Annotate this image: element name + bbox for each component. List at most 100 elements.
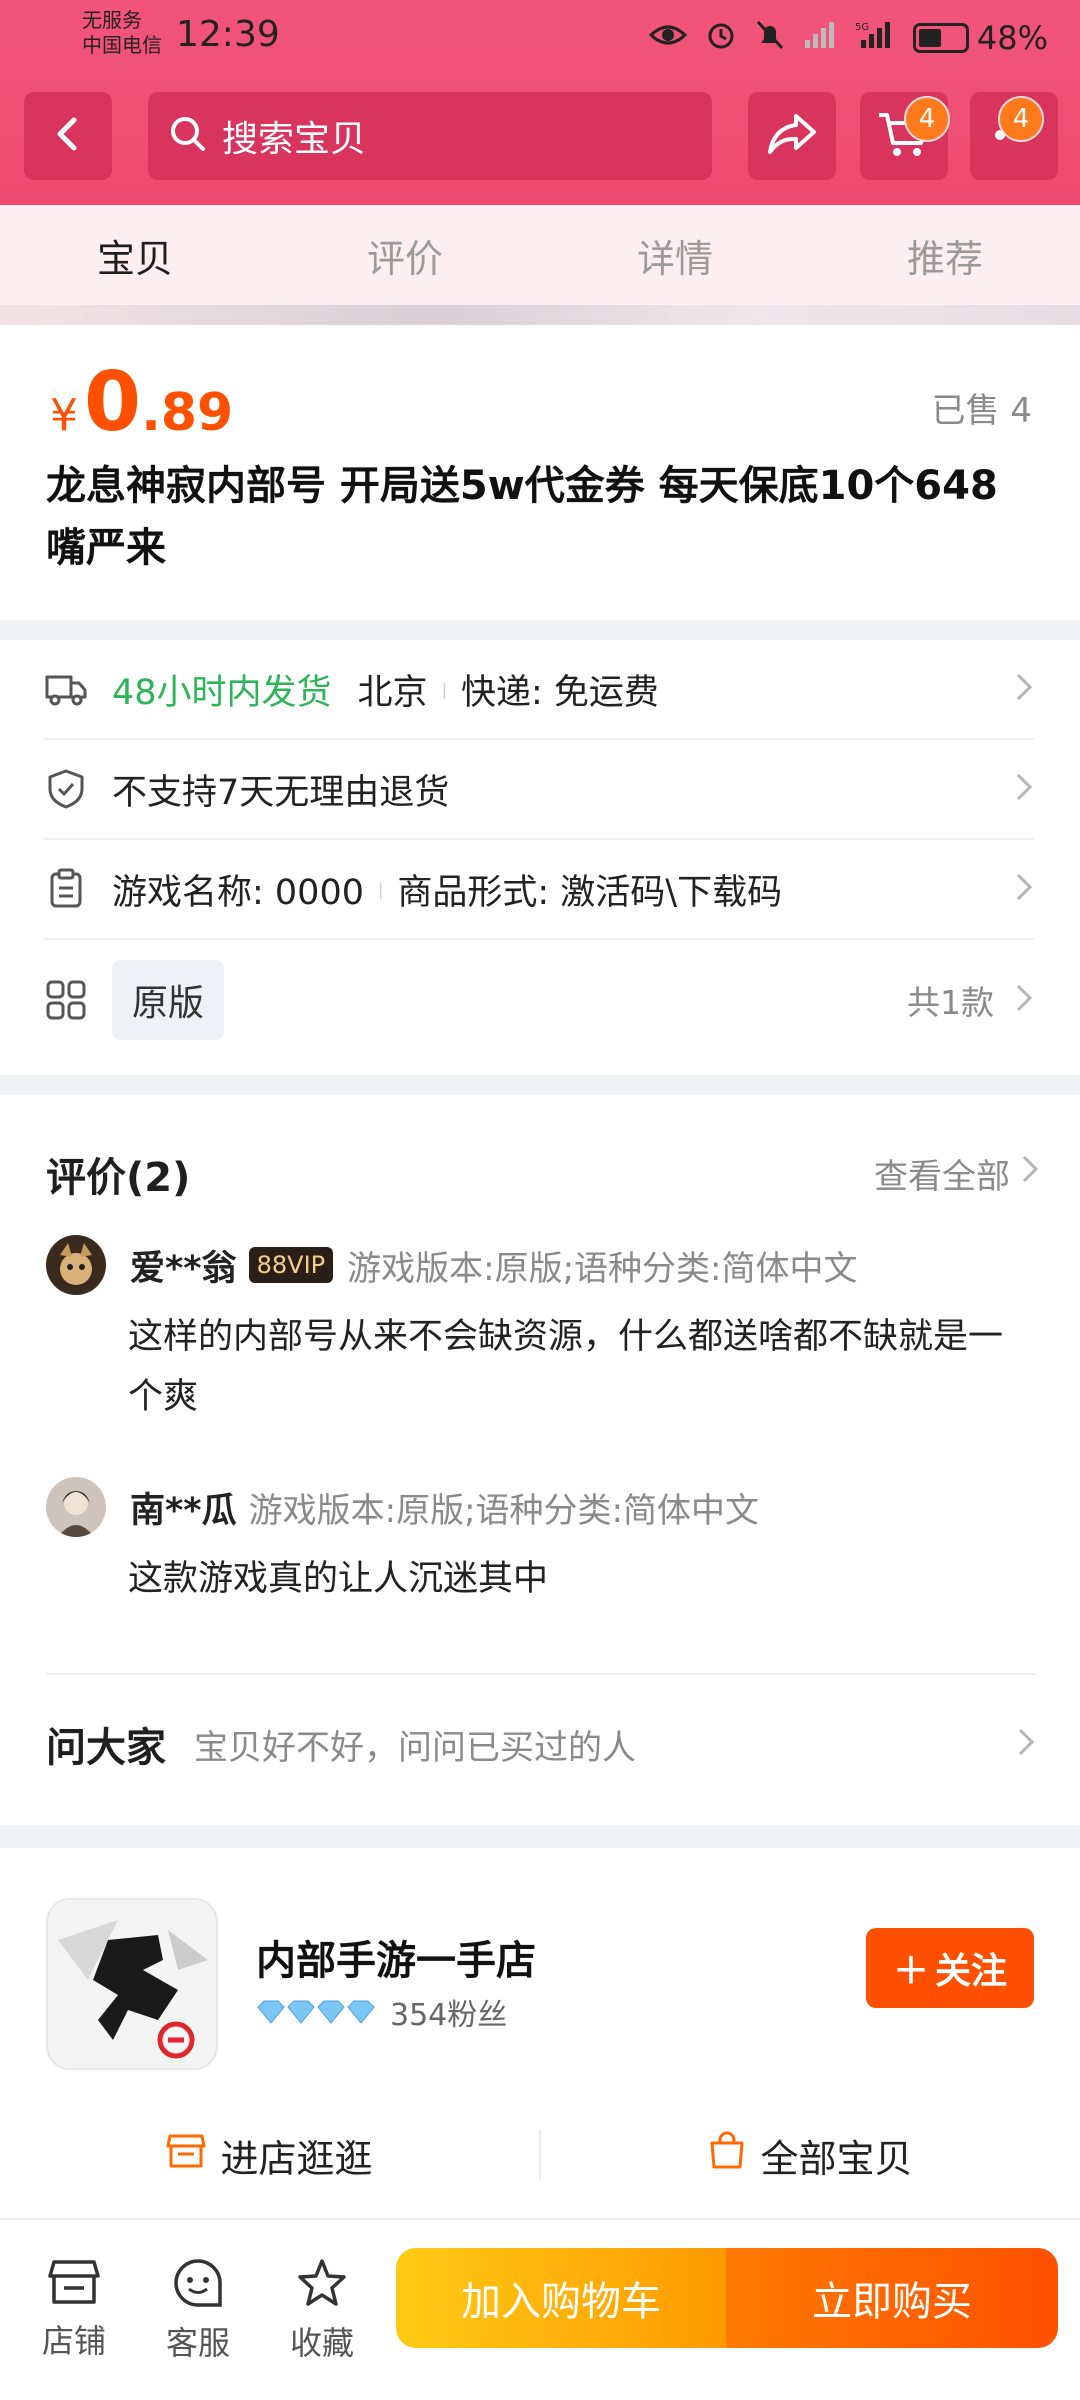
variant-chip[interactable]: 原版 xyxy=(112,960,225,1040)
avatar xyxy=(46,1235,106,1295)
price-card: ¥ 0 .89 已售 4 龙息神寂内部号 开局送5w代金券 每天保底10个648… xyxy=(0,325,1080,620)
star-icon xyxy=(296,2258,348,2312)
product-page: 无服务 中国电信 12:39 5G 48% 搜索宝贝 4 4 宝贝 评价 详情 … xyxy=(0,0,1080,2400)
chevron-right-icon xyxy=(1014,871,1034,907)
tab-details[interactable]: 详情 xyxy=(540,205,810,305)
reviews-card: 评价(2) 查看全部 爱**翁 88VIP 游戏版本:原版;语种分类:简体中文 … xyxy=(0,1095,1080,1825)
status-time: 12:39 xyxy=(176,14,280,55)
chevron-right-icon xyxy=(1014,982,1034,1018)
review-text: 这款游戏真的让人沉迷其中 xyxy=(128,1559,549,1599)
chevron-right-icon xyxy=(1016,1726,1036,1762)
truck-icon xyxy=(44,667,88,711)
status-bar: 无服务 中国电信 12:39 5G 48% xyxy=(0,0,1080,82)
buy-now-button[interactable]: 立即购买 xyxy=(726,2248,1058,2348)
plus-icon: ＋ xyxy=(892,1951,929,1992)
follow-label: 关注 xyxy=(935,1951,1008,1992)
price: ¥ 0 .89 xyxy=(50,355,233,450)
chat-face-icon xyxy=(172,2258,224,2312)
ask-title: 问大家 xyxy=(46,1725,166,1771)
info-card: 48小时内发货 北京 | 快递: 免运费 不支持7天无理由退货 游戏名称: 00… xyxy=(0,640,1080,1075)
enter-shop-button[interactable]: 进店逛逛 xyxy=(0,2110,539,2200)
all-items-button[interactable]: 全部宝贝 xyxy=(541,2110,1080,2200)
svg-text:5G: 5G xyxy=(855,22,869,33)
shop-name[interactable]: 内部手游一手店 xyxy=(256,1928,536,1986)
variant-count: 共1款 xyxy=(907,983,994,1022)
shipping-from: 北京 xyxy=(357,672,428,713)
share-icon xyxy=(766,112,818,160)
alarm-icon xyxy=(705,19,737,58)
view-all-label: 查看全部 xyxy=(874,1157,1010,1197)
product-title: 龙息神寂内部号 开局送5w代金券 每天保底10个648 嘴严来 xyxy=(46,463,998,571)
service-label: 客服 xyxy=(165,2324,230,2362)
diamond-rating-icon xyxy=(256,1998,376,2026)
bag-icon xyxy=(708,2131,746,2180)
return-policy: 不支持7天无理由退货 xyxy=(112,772,450,813)
battery-icon xyxy=(912,23,969,53)
shop-card: 内部手游一手店 354粉丝 ＋ 关注 进店逛逛 全部宝贝 xyxy=(0,1848,1080,2218)
vip-badge: 88VIP xyxy=(248,1247,334,1283)
price-decimal: .89 xyxy=(141,383,234,443)
eye-icon xyxy=(648,21,688,56)
search-icon xyxy=(168,114,208,158)
status-icons: 5G 48% xyxy=(648,18,1048,58)
shop-links: 进店逛逛 全部宝贝 xyxy=(0,2110,1080,2200)
carrier-line-1: 无服务 xyxy=(82,8,142,32)
carrier-line-2: 中国电信 xyxy=(82,33,162,57)
ask-subtitle: 宝贝好不好，问问已买过的人 xyxy=(194,1727,636,1768)
reviews-title: 评价(2) xyxy=(46,1155,191,1201)
back-button[interactable] xyxy=(24,92,112,180)
return-policy-row[interactable]: 不支持7天无理由退货 xyxy=(44,740,1034,840)
shipping-time: 48小时内发货 xyxy=(112,672,332,713)
review-spec: 游戏版本:原版;语种分类:简体中文 xyxy=(248,1490,759,1531)
tab-item[interactable]: 宝贝 xyxy=(0,205,270,305)
view-all-reviews[interactable]: 查看全部 xyxy=(874,1149,1040,1198)
service-tab[interactable]: 客服 xyxy=(148,2258,248,2364)
favorite-tab[interactable]: 收藏 xyxy=(272,2258,372,2364)
shop-logo[interactable] xyxy=(46,1898,218,2070)
bottom-action-bar: 店铺 客服 收藏 加入购物车 立即购买 xyxy=(0,2218,1080,2400)
follow-button[interactable]: ＋ 关注 xyxy=(866,1928,1034,2008)
review-username: 南**瓜 xyxy=(130,1490,237,1531)
variant-row[interactable]: 原版 共1款 xyxy=(44,950,1034,1050)
signal-5g-icon: 5G xyxy=(855,20,895,57)
tab-reviews[interactable]: 评价 xyxy=(270,205,540,305)
shipping-fee: 快递: 免运费 xyxy=(460,672,659,713)
battery-percent: 48% xyxy=(976,19,1048,57)
search-box[interactable]: 搜索宝贝 xyxy=(148,92,712,180)
fans-count: 354粉丝 xyxy=(390,1998,508,2033)
store-icon xyxy=(48,2258,100,2310)
all-items-label: 全部宝贝 xyxy=(760,2136,913,2181)
currency-symbol: ¥ xyxy=(50,390,78,441)
chevron-right-icon xyxy=(1014,771,1034,807)
review-spec: 游戏版本:原版;语种分类:简体中文 xyxy=(347,1248,858,1289)
shipping-row[interactable]: 48小时内发货 北京 | 快递: 免运费 xyxy=(44,640,1034,740)
store-tab[interactable]: 店铺 xyxy=(24,2258,124,2362)
battery-indicator: 48% xyxy=(912,19,1048,57)
more-badge: 4 xyxy=(998,96,1044,142)
favorite-label: 收藏 xyxy=(289,2324,354,2362)
clipboard-icon xyxy=(44,867,88,911)
cart-badge: 4 xyxy=(904,96,950,142)
review-item[interactable]: 南**瓜 游戏版本:原版;语种分类:简体中文 这款游戏真的让人沉迷其中 xyxy=(46,1477,1036,1609)
price-integer: 0 xyxy=(84,355,142,450)
share-button[interactable] xyxy=(748,92,836,180)
grid-icon xyxy=(44,978,88,1022)
mute-bell-icon xyxy=(755,19,785,58)
review-item[interactable]: 爱**翁 88VIP 游戏版本:原版;语种分类:简体中文 这样的内部号从来不会缺… xyxy=(46,1235,1036,1427)
add-to-cart-button[interactable]: 加入购物车 xyxy=(396,2248,726,2348)
enter-shop-label: 进店逛逛 xyxy=(220,2136,373,2181)
shop-meta: 354粉丝 xyxy=(256,1990,507,2034)
ask-everyone-row[interactable]: 问大家 宝贝好不好，问问已买过的人 xyxy=(46,1673,1036,1813)
chevron-right-icon xyxy=(1020,1153,1040,1194)
product-params-row[interactable]: 游戏名称: 0000 | 商品形式: 激活码\下载码 xyxy=(44,840,1034,940)
chevron-left-icon xyxy=(50,114,86,158)
store-label: 店铺 xyxy=(41,2322,106,2360)
tab-recommend[interactable]: 推荐 xyxy=(810,205,1080,305)
product-image-edge xyxy=(0,305,1080,325)
divider: | xyxy=(378,879,384,899)
shield-check-icon xyxy=(44,767,88,811)
search-placeholder: 搜索宝贝 xyxy=(222,119,367,160)
product-form: 商品形式: 激活码\下载码 xyxy=(397,872,783,913)
store-icon xyxy=(166,2132,206,2179)
section-tabs: 宝贝 评价 详情 推荐 xyxy=(0,205,1080,305)
